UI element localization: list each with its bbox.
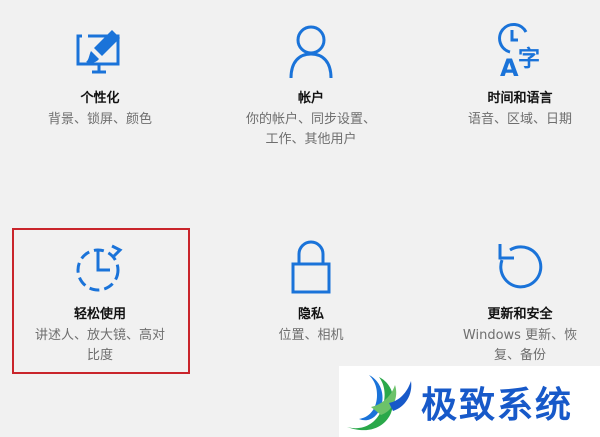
tile-accounts[interactable]: 帐户 你的帐户、同步设置、 工作、其他用户: [221, 20, 401, 150]
tile-title: 帐户: [297, 91, 324, 106]
svg-text:字: 字: [518, 46, 540, 72]
tile-title: 时间和语言: [487, 91, 553, 106]
tile-time-language[interactable]: A 字 时间和语言 语音、区域、日期: [430, 20, 600, 130]
tile-personalization[interactable]: 个性化 背景、锁屏、颜色: [10, 20, 190, 130]
account-icon: [289, 25, 333, 79]
personalization-icon: [76, 30, 120, 74]
watermark-text: 极致系统: [421, 384, 574, 426]
tile-description: 语音、区域、日期: [467, 112, 572, 127]
time-language-icon: A 字: [498, 22, 540, 82]
svg-text:A: A: [500, 54, 519, 82]
tile-update-security[interactable]: 更新和安全 Windows 更新、恢 复、备份: [430, 236, 600, 366]
tile-description: 背景、锁屏、颜色: [47, 112, 152, 127]
highlight-box: [12, 228, 190, 374]
tile-title: 隐私: [297, 307, 324, 322]
tile-description: Windows 更新、恢 复、备份: [462, 328, 578, 363]
tile-title: 更新和安全: [487, 307, 553, 322]
watermark: 极致系统: [339, 366, 600, 437]
tile-description: 位置、相机: [278, 328, 344, 343]
tile-title: 个性化: [80, 91, 120, 106]
tile-privacy[interactable]: 隐私 位置、相机: [221, 236, 401, 346]
update-security-icon: [498, 244, 543, 289]
dragon-logo-icon: [347, 374, 412, 430]
tile-description: 你的帐户、同步设置、 工作、其他用户: [245, 112, 376, 147]
privacy-lock-icon: [291, 240, 331, 294]
